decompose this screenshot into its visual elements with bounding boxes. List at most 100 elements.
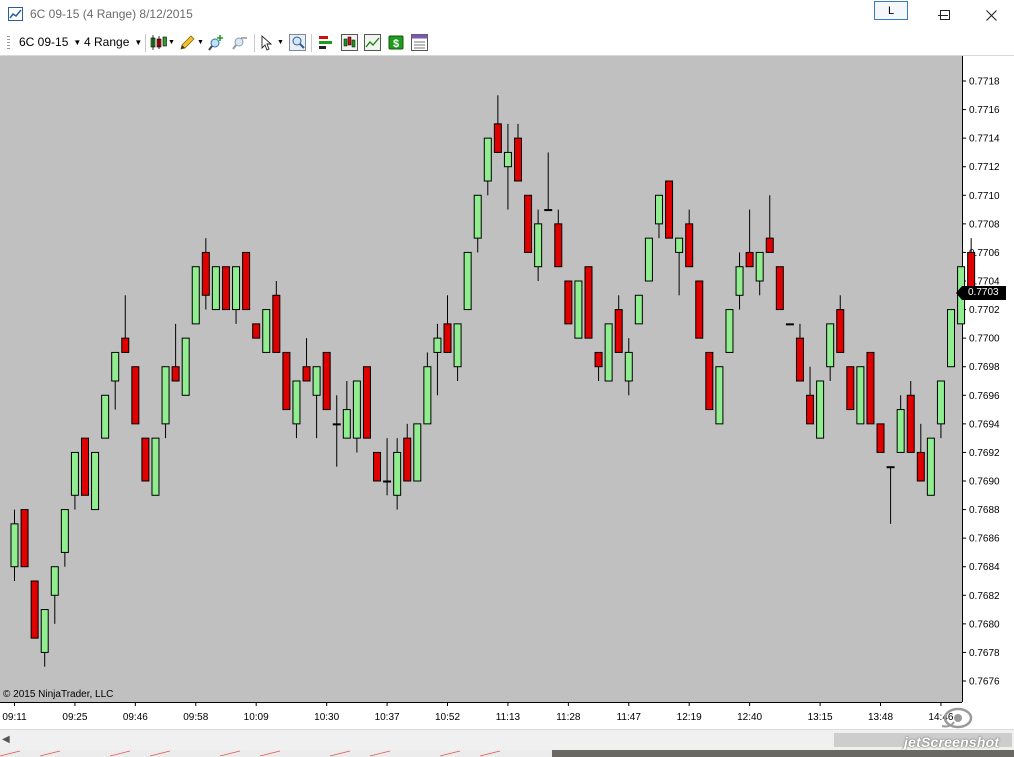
- magnifier-icon[interactable]: [289, 34, 306, 51]
- chevron-down-icon[interactable]: ▼: [168, 39, 175, 46]
- candle-up: [725, 309, 734, 353]
- candle-down: [745, 251, 754, 268]
- link-button[interactable]: L: [874, 1, 908, 20]
- svg-text:$: $: [393, 38, 399, 50]
- candle-up: [896, 409, 905, 453]
- candle-up: [755, 251, 764, 282]
- zoom-out-icon[interactable]: [231, 34, 248, 51]
- candle-up: [50, 566, 59, 596]
- price-tick-label: 0.7698: [969, 362, 1000, 373]
- candle-down: [242, 251, 251, 311]
- zoom-in-icon[interactable]: [208, 34, 225, 51]
- candle-up: [715, 366, 724, 425]
- price-tick-label: 0.7694: [969, 419, 1000, 430]
- candle-up: [40, 609, 49, 653]
- price-tick-label: 0.7718: [969, 77, 1000, 88]
- candle-down: [201, 251, 210, 296]
- price-axis-area: [962, 56, 1014, 702]
- candle-down: [272, 294, 281, 353]
- time-tick-label: 10:37: [375, 712, 400, 723]
- indicators-icon[interactable]: [341, 34, 358, 51]
- pointer-icon[interactable]: [259, 34, 276, 51]
- maximize-button[interactable]: [922, 0, 968, 30]
- instrument-selector[interactable]: 6C 09-15 ▼: [19, 34, 81, 50]
- candle-up: [473, 194, 482, 239]
- scroll-left-arrow-icon[interactable]: ◀: [2, 734, 10, 745]
- candle-up: [10, 523, 19, 568]
- candle-up: [936, 380, 945, 425]
- candle-up: [312, 366, 321, 396]
- candle-up: [211, 266, 220, 311]
- price-tick-label: 0.7680: [969, 619, 1000, 630]
- price-tick-label: 0.7678: [969, 648, 1000, 659]
- candle-up: [503, 151, 512, 168]
- candle-down: [554, 223, 563, 268]
- price-tick-label: 0.7686: [969, 534, 1000, 545]
- time-tick-label: 12:19: [677, 712, 702, 723]
- candle-up: [856, 366, 865, 425]
- close-icon: [985, 9, 997, 21]
- candle-down: [252, 323, 261, 339]
- candle-down: [131, 366, 140, 425]
- time-tick-label: 12:40: [737, 712, 762, 723]
- candle-down: [695, 280, 704, 339]
- candle-up: [101, 394, 110, 439]
- chevron-down-icon: ▼: [134, 38, 143, 47]
- jetscreenshot-logo-icon: [941, 707, 973, 729]
- candle-down: [685, 223, 694, 268]
- candle-down: [20, 509, 29, 568]
- candle-down: [665, 180, 674, 239]
- bottom-strip: [0, 750, 1014, 757]
- chart-toolbar: 6C 09-15 ▼ 4 Range ▼ ▼ ▼ ▼ $: [0, 30, 1014, 56]
- bottom-pattern: [0, 750, 501, 757]
- candle-up: [91, 451, 100, 511]
- close-button[interactable]: [968, 0, 1014, 30]
- candle-up: [886, 466, 895, 469]
- candle-up: [191, 266, 200, 325]
- candle-down: [866, 351, 875, 425]
- candle-down: [614, 309, 623, 353]
- candle-down: [806, 394, 815, 425]
- candle-down: [876, 423, 885, 453]
- time-tick-label: 13:15: [808, 712, 833, 723]
- chevron-down-icon[interactable]: ▼: [277, 39, 284, 46]
- price-tick-label: 0.7700: [969, 334, 1000, 345]
- candle-up: [654, 194, 663, 225]
- toolbar-separator: [145, 34, 146, 52]
- period-selector[interactable]: 4 Range ▼: [84, 34, 142, 50]
- candle-up: [332, 423, 341, 426]
- dollar-icon[interactable]: $: [388, 34, 405, 51]
- candle-up: [634, 294, 643, 325]
- bottom-dark-area: [552, 750, 1014, 757]
- candle-down: [765, 237, 774, 253]
- horizontal-scrollbar[interactable]: ◀: [0, 729, 1014, 750]
- bar-style-icon[interactable]: [150, 34, 167, 51]
- candle-up: [393, 451, 402, 496]
- candle-down: [121, 337, 130, 353]
- instrument-label: 6C 09-15: [19, 35, 69, 49]
- pencil-icon[interactable]: [179, 34, 196, 51]
- strategies-icon[interactable]: [317, 34, 334, 51]
- candle-down: [514, 137, 522, 182]
- candle-up: [483, 137, 492, 182]
- toolbar-grip[interactable]: [7, 36, 10, 50]
- time-tick-label: 09:46: [123, 712, 148, 723]
- candle-down: [171, 366, 180, 382]
- candle-down: [916, 451, 925, 482]
- candle-up: [675, 237, 684, 253]
- candle-up: [352, 380, 361, 439]
- candle-up: [383, 480, 392, 483]
- price-tick-label: 0.7684: [969, 562, 1000, 573]
- candle-down: [282, 351, 291, 411]
- chart-properties-icon[interactable]: [364, 34, 381, 51]
- candle-down: [221, 266, 230, 311]
- candle-down: [795, 337, 804, 382]
- candle-up: [624, 351, 633, 382]
- toolbar-separator: [311, 34, 312, 52]
- price-chart[interactable]: 0.7676 0.7678 0.7680 0.7682 0.7684 0.7686 0.76…: [0, 56, 1014, 729]
- candle-down: [775, 266, 784, 311]
- data-box-icon[interactable]: [411, 34, 428, 51]
- candle-down: [80, 437, 89, 496]
- candle-down: [30, 580, 39, 639]
- chevron-down-icon[interactable]: ▼: [197, 39, 204, 46]
